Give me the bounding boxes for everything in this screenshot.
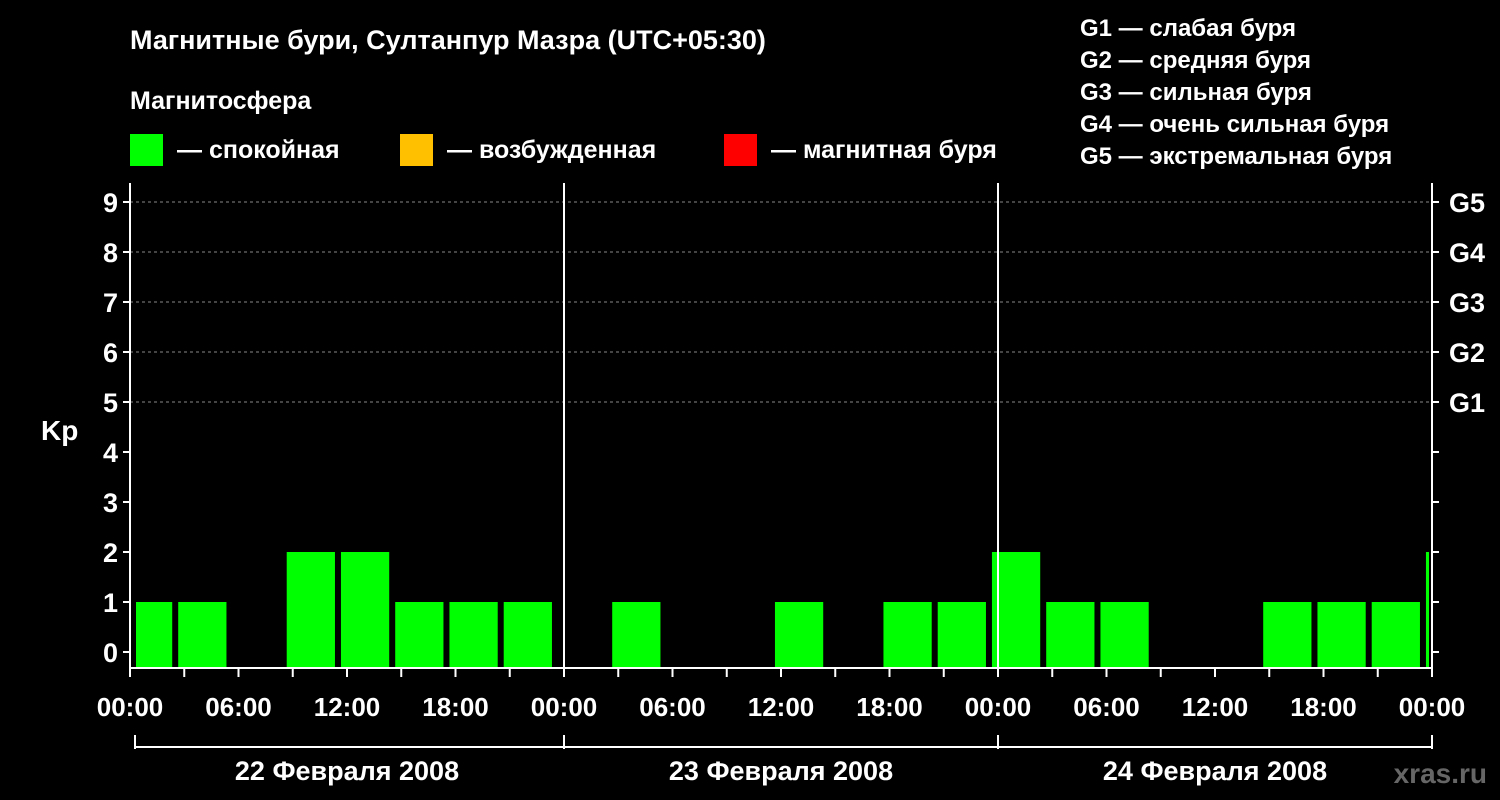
g-scale-label-G4: G4 — [1449, 238, 1485, 268]
x-tick-label-7: 18:00 — [856, 692, 923, 722]
x-tick-label-1: 06:00 — [205, 692, 272, 722]
y-tick-label-7: 7 — [103, 288, 118, 318]
x-tick-label-12: 00:00 — [1399, 692, 1466, 722]
kp-bar-5 — [449, 602, 498, 667]
kp-bar-14 — [1263, 602, 1312, 667]
kp-index-chart: Магнитные бури, Султанпур Мазра (UTC+05:… — [0, 0, 1500, 800]
g-legend-2: G2 — средняя буря — [1080, 47, 1311, 74]
legend-label-storm: — магнитная буря — [771, 136, 997, 164]
legend-swatch-storm — [724, 134, 757, 166]
x-tick-label-4: 00:00 — [531, 692, 598, 722]
kp-bar-10 — [937, 602, 986, 667]
y-tick-label-6: 6 — [103, 338, 118, 368]
y-axis-label: Kp — [41, 415, 78, 446]
kp-bar-13 — [1100, 602, 1149, 667]
y-tick-label-4: 4 — [103, 438, 118, 468]
x-tick-label-11: 18:00 — [1290, 692, 1357, 722]
kp-bar-7 — [612, 602, 661, 667]
y-tick-label-8: 8 — [103, 238, 118, 268]
kp-bar-1 — [178, 602, 227, 667]
kp-bar-17 — [1425, 552, 1429, 667]
x-tick-label-8: 00:00 — [965, 692, 1032, 722]
legend-swatch-excited — [400, 134, 433, 166]
legend-swatch-quiet — [130, 134, 163, 166]
x-tick-label-0: 00:00 — [97, 692, 164, 722]
g-scale-label-G2: G2 — [1449, 338, 1485, 368]
g-scale-label-G5: G5 — [1449, 188, 1485, 218]
kp-bar-16 — [1371, 602, 1420, 667]
kp-bar-8 — [774, 602, 824, 667]
g-legend-1: G1 — слабая буря — [1080, 15, 1296, 42]
legend-label-excited: — возбужденная — [447, 136, 656, 164]
y-tick-label-2: 2 — [103, 538, 118, 568]
y-tick-label-1: 1 — [103, 588, 118, 618]
y-tick-label-3: 3 — [103, 488, 118, 518]
kp-bar-12 — [1046, 602, 1095, 667]
x-tick-label-5: 06:00 — [639, 692, 706, 722]
kp-bar-3 — [340, 552, 390, 667]
kp-bar-0 — [136, 602, 173, 667]
kp-bar-9 — [883, 602, 932, 667]
magnetosphere-title: Магнитосфера — [130, 87, 312, 115]
bar-layer — [136, 552, 1429, 667]
day-label-2: 24 Февраля 2008 — [1103, 756, 1327, 786]
chart-svg: Магнитные бури, Султанпур Мазра (UTC+05:… — [41, 15, 1487, 789]
day-label-1: 23 Февраля 2008 — [669, 756, 893, 786]
x-tick-label-9: 06:00 — [1073, 692, 1140, 722]
kp-bar-2 — [286, 552, 335, 667]
x-tick-label-10: 12:00 — [1182, 692, 1249, 722]
watermark: xras.ru — [1394, 758, 1487, 789]
label-layer: 0 1 2 3 4 5 6 7 8 9 G1 G2 G3 G4 G5 00:00 06:00 12:00 18:00… — [97, 188, 1485, 786]
chart-title: Магнитные бури, Султанпур Мазра (UTC+05:… — [130, 25, 766, 55]
grid-layer — [130, 201, 1432, 403]
g-scale-label-G1: G1 — [1449, 388, 1485, 418]
kp-bar-15 — [1317, 602, 1366, 667]
kp-bar-11 — [991, 552, 1041, 667]
y-tick-label-9: 9 — [103, 188, 118, 218]
g-scale-label-G3: G3 — [1449, 288, 1485, 318]
legend-label-quiet: — спокойная — [177, 136, 340, 164]
kp-bar-4 — [395, 602, 444, 667]
g-legend-3: G3 — сильная буря — [1080, 79, 1312, 106]
x-tick-label-2: 12:00 — [314, 692, 381, 722]
day-label-0: 22 Февраля 2008 — [235, 756, 459, 786]
kp-bar-6 — [503, 602, 552, 667]
y-tick-label-0: 0 — [103, 638, 118, 668]
g-legend-5: G5 — экстремальная буря — [1080, 143, 1392, 170]
x-tick-label-3: 18:00 — [422, 692, 489, 722]
x-tick-label-6: 12:00 — [748, 692, 815, 722]
y-tick-label-5: 5 — [103, 388, 118, 418]
g-legend-4: G4 — очень сильная буря — [1080, 111, 1389, 138]
